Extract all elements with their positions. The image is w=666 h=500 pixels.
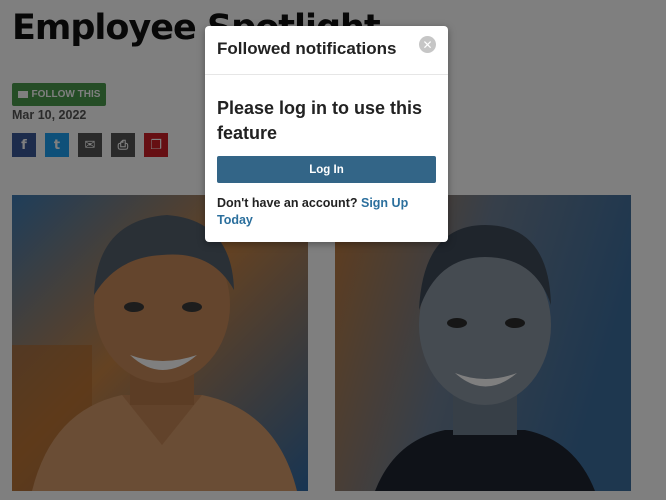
modal-title: Followed notifications bbox=[217, 39, 397, 58]
signup-prompt: Don't have an account? Sign Up Today bbox=[217, 195, 432, 229]
modal-heading: Please log in to use this feature bbox=[217, 98, 423, 143]
login-button[interactable]: Log In bbox=[217, 156, 436, 183]
close-icon[interactable]: ✕ bbox=[419, 36, 436, 53]
login-required-modal: Followed notifications ✕ Please log in t… bbox=[205, 26, 448, 242]
signup-prompt-text: Don't have an account? bbox=[217, 196, 358, 210]
modal-divider bbox=[205, 74, 448, 75]
